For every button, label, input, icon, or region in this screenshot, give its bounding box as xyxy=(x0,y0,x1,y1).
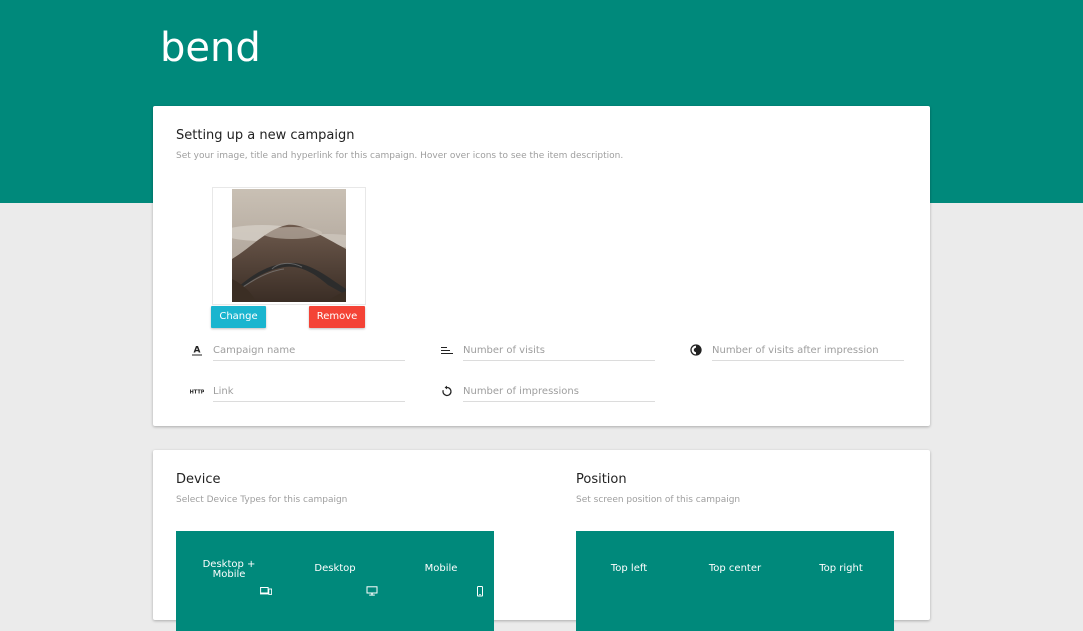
campaign-name-field: A xyxy=(190,340,405,362)
position-title: Position xyxy=(576,472,627,487)
device-option-mobile[interactable]: Mobile xyxy=(388,531,494,631)
device-mobile-label: Mobile xyxy=(424,563,458,574)
visits-field xyxy=(440,340,655,362)
link-input[interactable] xyxy=(213,381,405,402)
device-desktop-mobile-line2: Mobile xyxy=(212,569,246,580)
visits-after-impression-field xyxy=(689,340,904,362)
position-option-top-center[interactable]: Top center xyxy=(682,531,788,631)
device-desktop-label: Desktop xyxy=(314,563,356,574)
contrast-icon xyxy=(689,343,703,357)
visits-after-impression-input[interactable] xyxy=(712,340,904,361)
device-option-desktop[interactable]: Desktop xyxy=(282,531,388,631)
position-top-left-label: Top left xyxy=(610,563,648,574)
card-subtitle: Set your image, title and hyperlink for … xyxy=(176,151,624,161)
impressions-field xyxy=(440,381,655,403)
position-options: Top left Top center Top right xyxy=(576,531,894,631)
remove-image-button[interactable]: Remove xyxy=(309,306,365,328)
device-position-card: Device Select Device Types for this camp… xyxy=(153,450,930,631)
campaign-name-input[interactable] xyxy=(213,340,405,361)
campaign-image xyxy=(232,189,346,302)
svg-text:HTTP: HTTP xyxy=(190,390,204,396)
http-icon: HTTP xyxy=(190,384,204,398)
replay-icon xyxy=(440,384,454,398)
device-option-desktop-mobile[interactable]: Desktop + Mobile xyxy=(176,531,282,631)
position-option-top-right[interactable]: Top right xyxy=(788,531,894,631)
phone-icon xyxy=(474,586,486,597)
campaign-image-frame xyxy=(212,187,366,305)
change-image-button[interactable]: Change xyxy=(211,306,266,328)
svg-text:A: A xyxy=(194,346,201,356)
text-format-icon: A xyxy=(190,343,204,357)
position-top-center-label: Top center xyxy=(708,563,762,574)
position-option-top-left[interactable]: Top left xyxy=(576,531,682,631)
campaign-setup-card: Setting up a new campaign Set your image… xyxy=(153,106,930,426)
device-options: Desktop + Mobile Desktop Mobile xyxy=(176,531,494,631)
sort-lines-icon xyxy=(440,343,454,357)
device-subtitle: Select Device Types for this campaign xyxy=(176,495,348,505)
bend-logo[interactable]: bend xyxy=(160,28,261,68)
visits-input[interactable] xyxy=(463,340,655,361)
position-subtitle: Set screen position of this campaign xyxy=(576,495,741,505)
card-title: Setting up a new campaign xyxy=(176,128,355,143)
devices-icon xyxy=(260,586,273,596)
link-field: HTTP xyxy=(190,381,405,403)
position-top-right-label: Top right xyxy=(819,563,863,574)
impressions-input[interactable] xyxy=(463,381,655,402)
desktop-icon xyxy=(366,586,378,596)
device-title: Device xyxy=(176,472,221,487)
